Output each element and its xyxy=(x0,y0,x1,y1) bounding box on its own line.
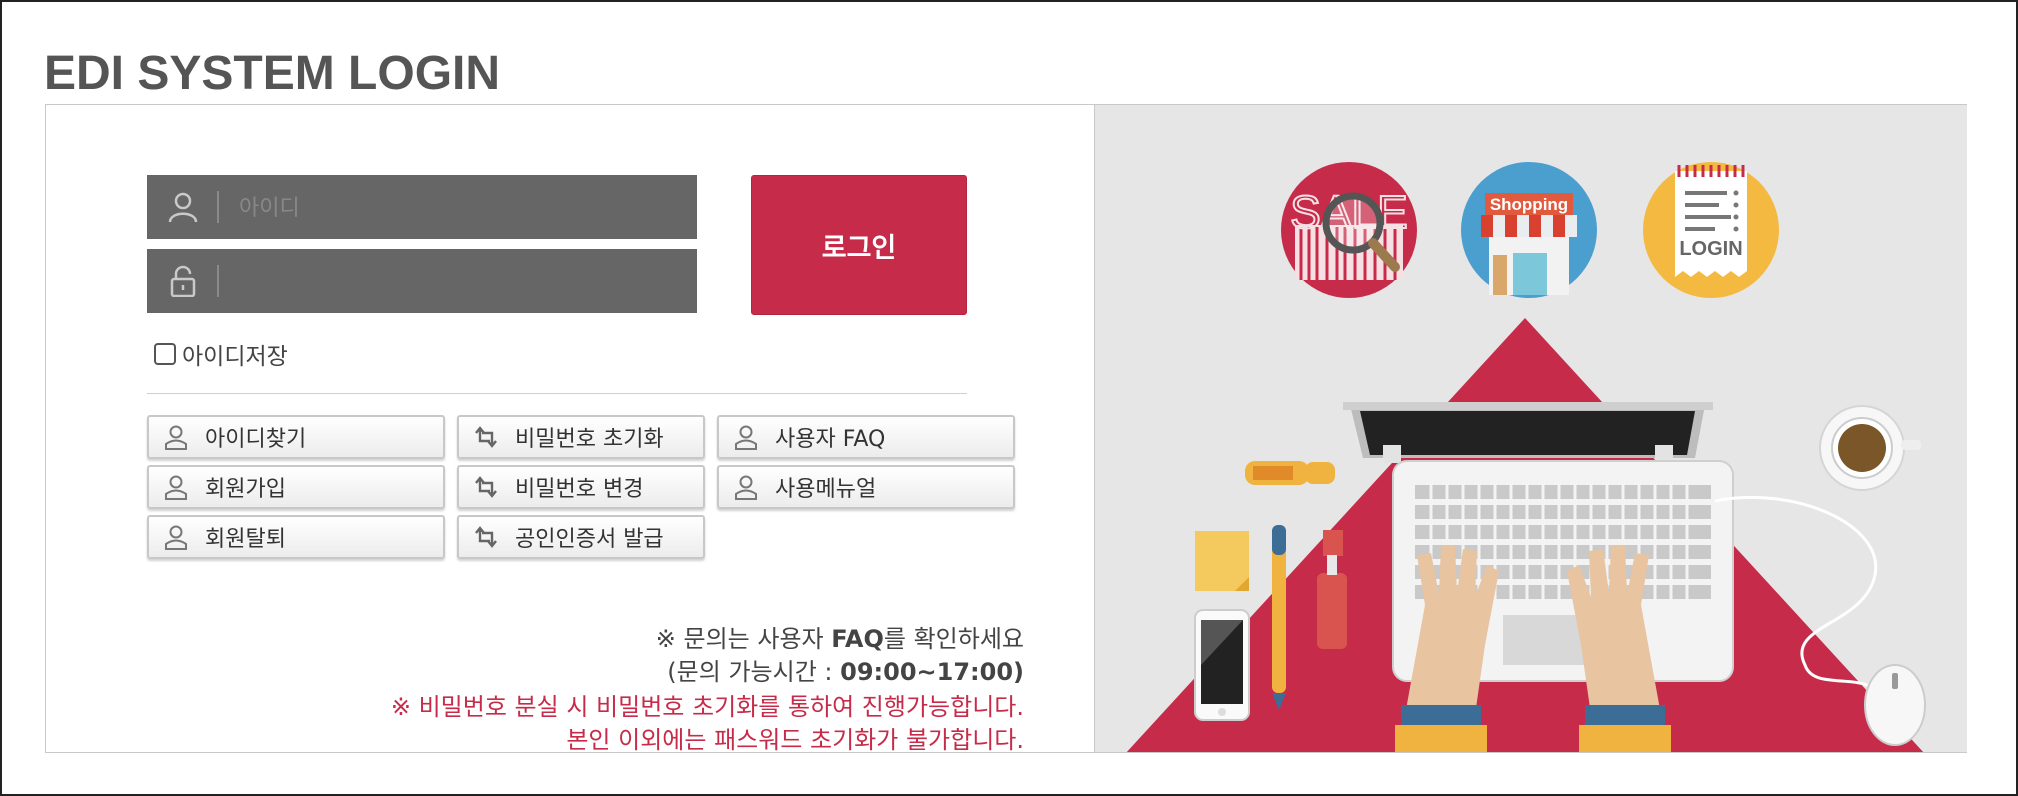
coffee-cup xyxy=(1819,405,1921,491)
reset-password-label: 비밀번호 초기화 xyxy=(515,427,664,452)
user-icon xyxy=(165,425,187,450)
save-id-option[interactable]: 아이디저장 xyxy=(154,337,288,371)
shopping-circle-icon: Shopping xyxy=(1461,162,1597,298)
user-manual-button[interactable]: 사용메뉴얼 xyxy=(717,465,1015,509)
user-manual-label: 사용메뉴얼 xyxy=(775,477,877,502)
laptop-illustration: SALE Shopping xyxy=(1126,162,1926,752)
login-button[interactable]: 로그인 xyxy=(751,175,967,315)
mouse xyxy=(1864,664,1926,746)
user-faq-label: 사용자 FAQ xyxy=(775,427,886,452)
sale-circle-icon: SALE xyxy=(1281,162,1417,298)
withdraw-label: 회원탈퇴 xyxy=(205,527,286,552)
illustration-panel: SALE Shopping xyxy=(1094,105,1967,752)
reset-password-button[interactable]: 비밀번호 초기화 xyxy=(457,415,705,459)
lost-password-line2: 본인 이외에는 패스워드 초기화가 불가합니다. xyxy=(566,726,1024,754)
pen xyxy=(1272,525,1286,710)
separator xyxy=(147,393,967,394)
faq-notice-prefix: ※ 문의는 사용자 xyxy=(655,625,832,653)
hours-notice-value: 09:00~17:00) xyxy=(840,658,1024,686)
login-text: LOGIN xyxy=(1679,238,1742,260)
find-id-label: 아이디찾기 xyxy=(205,427,307,452)
withdraw-button[interactable]: 회원탈퇴 xyxy=(147,515,445,559)
user-faq-button[interactable]: 사용자 FAQ xyxy=(717,415,1015,459)
shopping-text: Shopping xyxy=(1490,195,1568,214)
issue-certificate-label: 공인인증서 발급 xyxy=(515,527,664,552)
sticky-note xyxy=(1195,531,1249,591)
faq-notice-strong: FAQ xyxy=(831,625,884,653)
save-id-checkbox[interactable] xyxy=(154,343,176,365)
lost-password-notice: ※ 비밀번호 분실 시 비밀번호 초기화를 통하여 진행가능합니다. 본인 이외… xyxy=(391,691,1024,757)
issue-certificate-button[interactable]: 공인인증서 발급 xyxy=(457,515,705,559)
field-divider xyxy=(217,191,219,223)
sign-up-label: 회원가입 xyxy=(205,477,286,502)
password-field[interactable] xyxy=(147,249,697,315)
id-input[interactable] xyxy=(237,175,681,241)
password-input[interactable] xyxy=(237,249,681,315)
lost-password-line1: ※ 비밀번호 분실 시 비밀번호 초기화를 통하여 진행가능합니다. xyxy=(390,693,1024,721)
smartphone xyxy=(1194,609,1250,721)
user-icon xyxy=(735,425,757,450)
hours-notice-prefix: (문의 가능시간 : xyxy=(667,658,841,686)
find-id-button[interactable]: 아이디찾기 xyxy=(147,415,445,459)
faq-notice-suffix: 를 확인하세요 xyxy=(883,625,1024,653)
save-id-label: 아이디저장 xyxy=(182,344,288,370)
login-form-area: 로그인 아이디저장 아이디찾기 비밀번호 초기화 xyxy=(46,105,1094,754)
change-password-label: 비밀번호 변경 xyxy=(515,477,644,502)
user-icon xyxy=(168,192,198,223)
page-title: EDI SYSTEM LOGIN xyxy=(44,47,501,100)
user-icon xyxy=(735,475,757,500)
login-panel: 로그인 아이디저장 아이디찾기 비밀번호 초기화 xyxy=(45,104,1967,754)
change-password-button[interactable]: 비밀번호 변경 xyxy=(457,465,705,509)
unlock-icon xyxy=(170,265,196,297)
retweet-icon xyxy=(475,526,497,548)
user-icon xyxy=(165,475,187,500)
id-field[interactable] xyxy=(147,175,697,241)
login-circle-icon: LOGIN xyxy=(1643,162,1779,298)
retweet-icon xyxy=(475,476,497,498)
sign-up-button[interactable]: 회원가입 xyxy=(147,465,445,509)
field-divider xyxy=(217,265,219,297)
faq-notice: ※ 문의는 사용자 FAQ를 확인하세요 (문의 가능시간 : 09:00~17… xyxy=(656,623,1024,689)
user-icon xyxy=(165,525,187,550)
retweet-icon xyxy=(475,426,497,448)
usb-drive xyxy=(1245,461,1335,485)
